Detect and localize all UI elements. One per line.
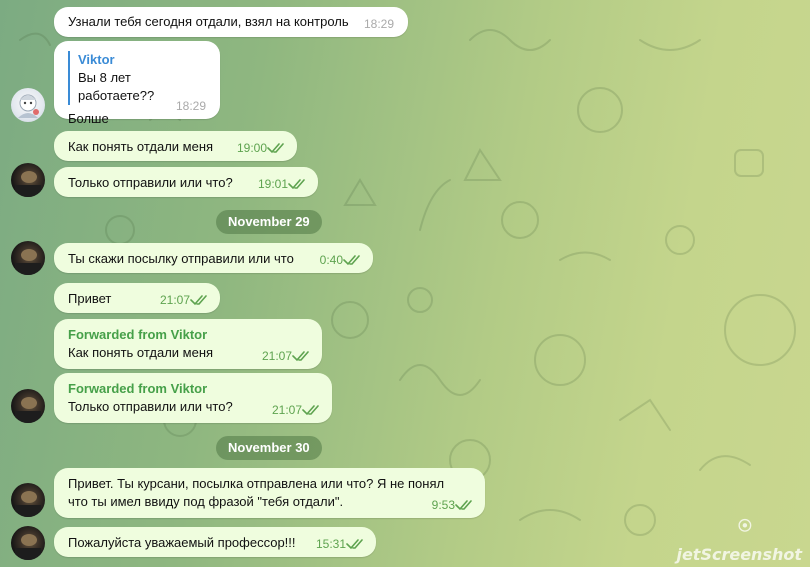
- sender-avatar[interactable]: [11, 526, 45, 560]
- read-checkmarks-icon: [346, 539, 363, 550]
- message-bubble[interactable]: Пожалуйста уважаемый профессор!!! 15:31: [54, 527, 376, 557]
- avatar-cartoon-icon: [18, 94, 39, 118]
- sender-avatar[interactable]: [11, 163, 45, 197]
- read-checkmarks-icon: [288, 179, 305, 190]
- message-time: 21:07: [271, 403, 302, 417]
- message-bubble[interactable]: Как понять отдали меня 19:00: [54, 131, 297, 161]
- read-checkmarks-icon: [343, 255, 360, 266]
- read-checkmarks-icon: [267, 143, 284, 154]
- message-text-line-1: Привет. Ты курсани, посылка отправлена и…: [68, 476, 445, 491]
- message-time: 18:29: [175, 99, 206, 113]
- avatar-photo-icon: [15, 171, 41, 197]
- message-bubble[interactable]: Ты скажи посылку отправили или что 0:40: [54, 243, 373, 273]
- message-time: 19:00: [236, 141, 267, 155]
- message-bubble[interactable]: Привет. Ты курсани, посылка отправлена и…: [54, 468, 485, 518]
- message-time: 0:40: [319, 253, 343, 267]
- message-time: 15:31: [315, 537, 346, 551]
- message-time: 9:53: [431, 498, 455, 512]
- watermark: jetScreenshot: [676, 545, 802, 564]
- read-checkmarks-icon: [455, 500, 472, 511]
- message-bubble[interactable]: Viktor Вы 8 лет работаете?? Болше 18:29: [54, 41, 220, 126]
- message-text: Узнали тебя сегодня отдали, взял на конт…: [68, 14, 349, 29]
- message-bubble[interactable]: Forwarded from Viktor Только отправили и…: [54, 373, 332, 423]
- date-separator: November 29: [216, 210, 322, 234]
- message-bubble[interactable]: Узнали тебя сегодня отдали, взял на конт…: [54, 7, 408, 37]
- message-text-line-2: что ты имел ввиду под фразой "тебя отдал…: [68, 494, 344, 509]
- forwarded-label[interactable]: Forwarded from Viktor: [68, 319, 308, 344]
- watermark-logo-icon: [738, 518, 752, 532]
- message-time: 19:01: [257, 177, 288, 191]
- read-checkmarks-icon: [302, 405, 319, 416]
- message-bubble[interactable]: Forwarded from Viktor Как понять отдали …: [54, 319, 322, 369]
- message-time: 18:29: [363, 17, 394, 31]
- avatar-photo-icon: [15, 491, 41, 517]
- avatar-photo-icon: [15, 534, 41, 560]
- message-bubble[interactable]: Привет 21:07: [54, 283, 220, 313]
- avatar-photo-icon: [15, 397, 41, 423]
- message-time: 21:07: [159, 293, 190, 307]
- forwarded-label[interactable]: Forwarded from Viktor: [68, 373, 318, 398]
- read-checkmarks-icon: [292, 351, 309, 362]
- sender-avatar[interactable]: [11, 88, 45, 122]
- avatar-photo-icon: [15, 249, 41, 275]
- message-time: 21:07: [261, 349, 292, 363]
- sender-avatar[interactable]: [11, 389, 45, 423]
- date-separator: November 30: [216, 436, 322, 460]
- sender-avatar[interactable]: [11, 483, 45, 517]
- message-bubble[interactable]: Только отправили или что? 19:01: [54, 167, 318, 197]
- sender-avatar[interactable]: [11, 241, 45, 275]
- message-text: Ты скажи посылку отправили или что: [68, 251, 294, 266]
- reply-author: Viktor: [78, 52, 115, 67]
- read-checkmarks-icon: [190, 295, 207, 306]
